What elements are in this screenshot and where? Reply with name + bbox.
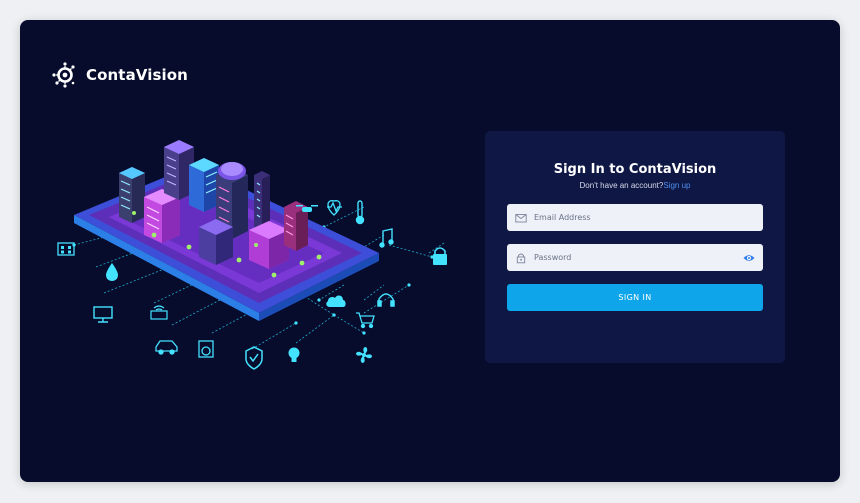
- thermometer-icon: [355, 200, 365, 225]
- music-note-icon: [379, 228, 394, 248]
- email-field: [507, 204, 763, 231]
- brand: ContaVision: [50, 60, 188, 90]
- smart-city-illustration: [57, 140, 447, 370]
- monitor-icon: [93, 306, 113, 323]
- fan-icon: [356, 347, 372, 363]
- car-icon: [155, 340, 178, 355]
- water-drop-icon: [106, 263, 118, 281]
- login-title: Sign In to ContaVision: [553, 162, 717, 177]
- password-field: [507, 244, 763, 271]
- shopping-cart-icon: [356, 312, 375, 329]
- envelope-icon: [515, 213, 527, 222]
- password-input[interactable]: [534, 253, 743, 262]
- sign-in-button[interactable]: SIGN IN: [507, 284, 763, 311]
- shield-check-icon: [245, 346, 263, 370]
- cloud-icon: [326, 295, 346, 307]
- wifi-router-icon: [150, 305, 168, 320]
- eye-logo-icon: [52, 62, 75, 88]
- signup-prompt-text: Don't have an account?: [579, 181, 664, 190]
- brand-name: ContaVision: [86, 66, 188, 84]
- building-grid-icon: [57, 242, 75, 256]
- lock-icon: [516, 253, 526, 263]
- signup-link[interactable]: Sign up: [663, 181, 690, 190]
- heart-rate-icon: [327, 200, 342, 216]
- login-card: Sign In to ContaVision Don't have an acc…: [485, 131, 785, 363]
- padlock-icon: [433, 247, 447, 265]
- eye-icon[interactable]: [743, 252, 755, 264]
- lightbulb-icon: [288, 347, 300, 362]
- email-input[interactable]: [534, 213, 755, 222]
- washing-machine-icon: [198, 340, 214, 358]
- signup-prompt: Don't have an account?Sign up: [507, 181, 763, 190]
- app-window: ContaVision Sign In to ContaVision Don't…: [20, 20, 840, 482]
